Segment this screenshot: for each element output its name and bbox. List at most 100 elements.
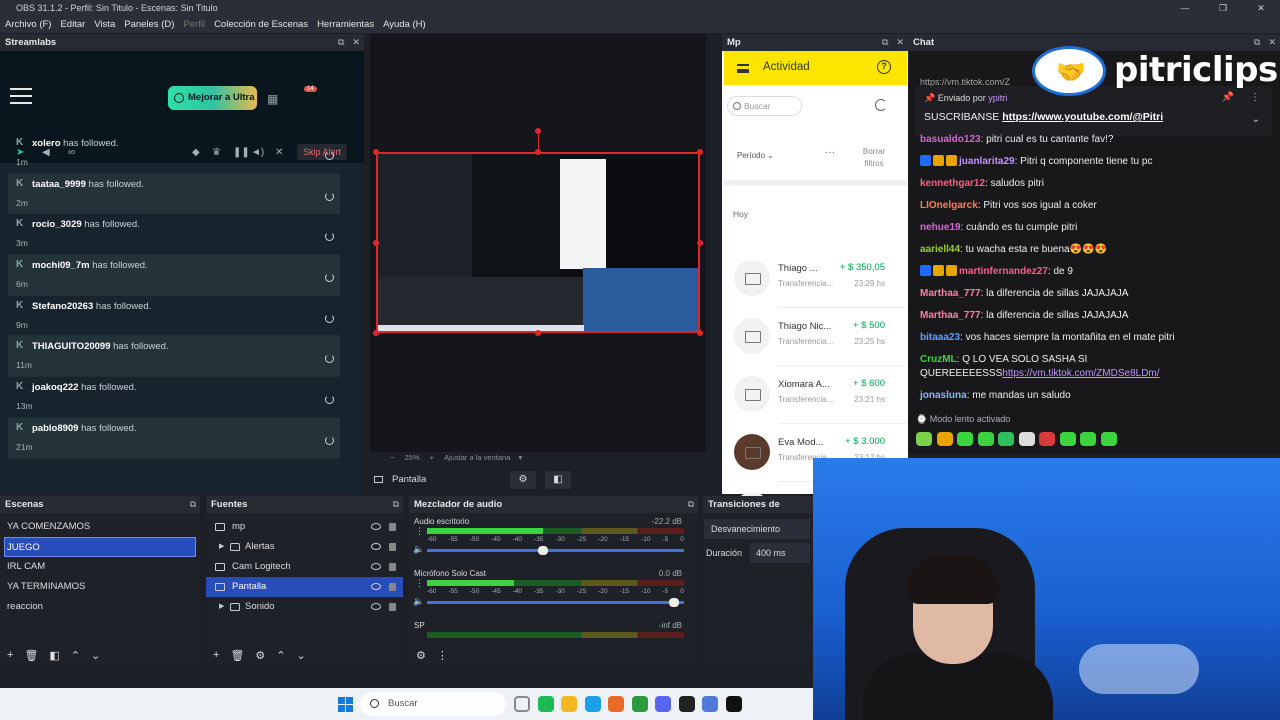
ultra-button[interactable]: Mejorar a Ultra: [168, 86, 257, 110]
chat-username[interactable]: kennethgar12: [920, 178, 985, 189]
resize-handle[interactable]: [373, 330, 379, 336]
menu-profile[interactable]: Perfil: [183, 19, 205, 30]
chat-username[interactable]: jonasluna: [920, 390, 967, 401]
add-source-button[interactable]: +: [213, 649, 219, 661]
taskbar-app-icon[interactable]: [702, 696, 718, 712]
emote-icon[interactable]: [957, 432, 973, 446]
lock-icon[interactable]: [389, 563, 396, 571]
move-down-button[interactable]: ⌄: [297, 649, 306, 662]
transaction-row[interactable]: Xiomara A... Transferencia... + $ 600 23:21…: [724, 366, 907, 424]
volume-slider[interactable]: [427, 598, 684, 607]
source-filters-button[interactable]: ◧: [545, 471, 571, 489]
pinned-link[interactable]: https://www.youtube.com/@Pitri: [1002, 111, 1163, 123]
add-scene-button[interactable]: +: [7, 649, 13, 661]
replay-icon[interactable]: [325, 354, 334, 364]
zoom-out-icon[interactable]: −: [390, 453, 394, 462]
float-icon[interactable]: ⧉: [338, 37, 344, 47]
pinned-user[interactable]: ypitri: [988, 93, 1007, 103]
lock-icon[interactable]: [389, 543, 396, 551]
lock-icon[interactable]: [389, 603, 396, 611]
chat-username[interactable]: Marthaa_777: [920, 310, 981, 321]
eye-icon[interactable]: [371, 563, 381, 570]
source-settings-button[interactable]: ⚙: [255, 649, 265, 662]
resize-handle[interactable]: [535, 330, 541, 336]
menu-view[interactable]: Vista: [94, 19, 115, 30]
chat-username[interactable]: nehue19: [920, 222, 961, 233]
zoom-in-icon[interactable]: +: [430, 453, 434, 462]
scene-item[interactable]: JUEGO: [4, 537, 196, 557]
advanced-audio-button[interactable]: ⚙: [416, 649, 426, 662]
move-down-button[interactable]: ⌄: [91, 649, 100, 662]
eye-icon[interactable]: [371, 543, 381, 550]
move-up-button[interactable]: ⌃: [276, 649, 285, 662]
taskbar-app-icon[interactable]: [655, 696, 671, 712]
taskbar-app-icon[interactable]: [631, 696, 648, 712]
remove-scene-button[interactable]: 🗑: [24, 649, 38, 662]
float-icon[interactable]: ⧉: [190, 499, 196, 509]
source-properties-button[interactable]: ⚙: [510, 471, 536, 489]
replay-icon[interactable]: [325, 273, 334, 283]
close-icon[interactable]: ✕: [896, 37, 904, 47]
chevron-down-icon[interactable]: ⌄: [1252, 114, 1260, 125]
refresh-icon[interactable]: [875, 99, 887, 111]
volume-slider[interactable]: [427, 546, 684, 555]
maximize-button[interactable]: ❐: [1204, 0, 1242, 16]
replay-icon[interactable]: [325, 232, 334, 242]
chat-username[interactable]: Marthaa_777: [920, 288, 981, 299]
volume-knob[interactable]: [537, 546, 548, 555]
speaker-icon[interactable]: 🔈: [413, 544, 424, 555]
expand-icon[interactable]: ▶: [219, 597, 224, 617]
close-icon[interactable]: ✕: [1268, 37, 1276, 47]
scene-filters-button[interactable]: ◧: [49, 649, 59, 662]
emote-icon[interactable]: [936, 432, 953, 446]
rotation-handle[interactable]: [535, 128, 541, 134]
transaction-row[interactable]: Thiago ... Transferencia... + $ 350,05 23:2…: [724, 250, 907, 308]
emote-icon[interactable]: [1100, 432, 1117, 446]
taskbar-app-icon[interactable]: [678, 696, 695, 712]
taskbar-app-icon[interactable]: [514, 696, 530, 712]
chevron-down-icon[interactable]: ▾: [518, 453, 522, 462]
transaction-row[interactable]: Thiago Nic... Transferencia... + $ 500 23:2…: [724, 308, 907, 366]
menu-file[interactable]: Archivo (F): [5, 19, 51, 30]
emote-icon[interactable]: [1018, 432, 1035, 446]
source-item[interactable]: ▶ Alertas: [206, 537, 403, 557]
resize-handle[interactable]: [697, 330, 703, 336]
emote-icon[interactable]: [1059, 432, 1076, 446]
preview-canvas[interactable]: [376, 152, 700, 333]
menu-docks[interactable]: Paneles (D): [124, 19, 174, 30]
mp-search-input[interactable]: Buscar: [727, 96, 802, 116]
close-button[interactable]: ✕: [1242, 0, 1280, 16]
scene-item[interactable]: YA COMENZAMOS: [0, 517, 200, 537]
float-icon[interactable]: ⧉: [688, 499, 694, 509]
grid-icon[interactable]: ▦: [267, 92, 278, 106]
menu-edit[interactable]: Editar: [60, 19, 85, 30]
eye-icon[interactable]: [371, 523, 381, 530]
duration-input[interactable]: 400 ms: [750, 543, 810, 563]
taskbar-app-icon[interactable]: [584, 696, 601, 712]
windows-start-icon[interactable]: [338, 697, 353, 712]
remove-source-button[interactable]: 🗑: [230, 649, 244, 662]
more-icon[interactable]: ···: [825, 147, 835, 158]
emote-icon[interactable]: [1039, 432, 1055, 446]
resize-handle[interactable]: [373, 240, 379, 246]
eye-icon[interactable]: [371, 583, 381, 590]
chat-username[interactable]: CruzML: [920, 354, 957, 365]
source-item[interactable]: mp: [206, 517, 403, 537]
taskbar-search[interactable]: Buscar: [360, 692, 506, 716]
replay-icon[interactable]: [325, 313, 334, 323]
menu-tools[interactable]: Herramientas: [317, 19, 374, 30]
chat-username[interactable]: bitaaa23: [920, 332, 960, 343]
taskbar-app-icon[interactable]: [561, 696, 577, 712]
chat-username[interactable]: juanlarita29: [959, 156, 1015, 167]
chat-link[interactable]: https://vm.tiktok.com/ZMDSe8LDm/: [1002, 368, 1159, 379]
replay-icon[interactable]: [325, 395, 334, 405]
expand-icon[interactable]: ▶: [219, 537, 224, 557]
emote-icon[interactable]: [916, 432, 932, 446]
taskbar-app-icon[interactable]: [608, 696, 624, 712]
lock-icon[interactable]: [389, 583, 396, 591]
help-icon[interactable]: ?: [877, 60, 891, 74]
volume-knob[interactable]: [668, 598, 679, 607]
fit-window-label[interactable]: Ajustar a la ventana: [444, 453, 510, 462]
minimize-button[interactable]: —: [1166, 0, 1204, 16]
speaker-icon[interactable]: 🔈: [413, 596, 424, 607]
